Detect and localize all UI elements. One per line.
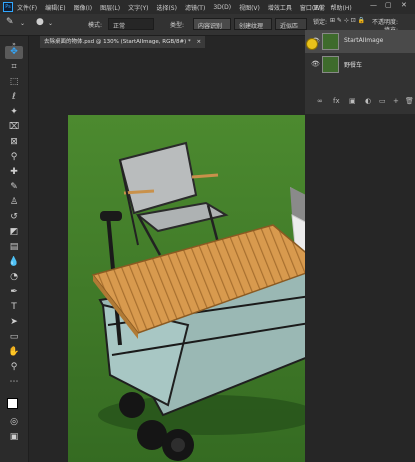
document-tab[interactable]: 去除桌面的物体.psd @ 130% (StartAIImage, RGB/8#… — [40, 36, 206, 48]
menu-3d[interactable]: 3D(D) — [213, 4, 231, 11]
chevron-down-icon[interactable]: ⌄ — [20, 20, 25, 27]
menu-edit[interactable]: 编辑(E) — [45, 3, 65, 12]
close-window-icon[interactable]: ✕ — [401, 1, 407, 9]
frame-tool-icon[interactable]: ⊠ — [5, 136, 23, 149]
menu-plugins[interactable]: 增效工具 — [268, 3, 292, 12]
proximity-match-button[interactable]: 近似匹配 — [275, 18, 307, 30]
type-tool-icon[interactable]: T — [5, 301, 23, 314]
layer-name: 野餐车 — [344, 62, 363, 69]
menu-layer[interactable]: 图层(L) — [100, 3, 120, 12]
type-label: 类型: — [170, 22, 185, 29]
marquee-tool-icon[interactable]: ⬚ — [5, 76, 23, 89]
layer-name: StartAIImage — [344, 37, 384, 44]
new-layer-icon[interactable]: + — [393, 97, 399, 105]
document-tab-label: 去除桌面的物体.psd @ 130% (StartAIImage, RGB/8#… — [44, 39, 191, 45]
minimize-icon[interactable]: — — [370, 1, 377, 9]
content-aware-button[interactable]: 内容识别 — [193, 18, 231, 30]
layer-thumbnail — [322, 33, 339, 50]
crop-tool-icon[interactable]: ⌧ — [5, 121, 23, 134]
layer-row-picnic-cart[interactable]: 👁 野餐车 — [305, 53, 415, 76]
create-texture-button[interactable]: 创建纹理 — [234, 18, 272, 30]
tools-panel: » ✥ ⌗ ⬚ ℓ ✦ ⌧ ⊠ ⚲ ✚ ✎ ♙ ↺ ◩ ▤ 💧 ◔ ✒ T ➤ … — [0, 36, 29, 462]
move-tool-icon[interactable]: ✥ — [5, 46, 23, 59]
maximize-icon[interactable]: ▢ — [385, 1, 392, 9]
history-brush-tool-icon[interactable]: ↺ — [5, 211, 23, 224]
fx-icon[interactable]: fx — [333, 97, 340, 105]
screen-mode-icon[interactable]: ▣ — [5, 431, 23, 444]
menu-view[interactable]: 视图(V) — [239, 3, 260, 12]
menubar: Ps 文件(F) 编辑(E) 图像(I) 图层(L) 文字(Y) 选择(S) 滤… — [0, 0, 415, 14]
healing-brush-tool-icon[interactable]: ✚ — [5, 166, 23, 179]
add-mask-icon[interactable]: ▣ — [349, 97, 356, 105]
menu-image[interactable]: 图像(I) — [74, 3, 92, 12]
blur-tool-icon[interactable]: 💧 — [5, 256, 23, 269]
brush-options-chevron-icon[interactable]: ⌄ — [48, 20, 53, 27]
menu-help[interactable]: 帮助(H) — [331, 3, 352, 12]
zoom-tool-icon[interactable]: ⚲ — [5, 361, 23, 374]
right-panel-empty — [305, 114, 415, 462]
path-selection-tool-icon[interactable]: ➤ — [5, 316, 23, 329]
menu-type[interactable]: 文字(Y) — [128, 3, 148, 12]
delete-layer-icon[interactable]: 🗑 — [405, 97, 414, 105]
menu-select[interactable]: 选择(S) — [156, 3, 177, 12]
mode-select[interactable]: 正常 — [108, 18, 154, 30]
link-layers-icon[interactable]: ∞ — [317, 97, 323, 105]
visibility-eye-icon[interactable]: 👁 — [311, 60, 320, 68]
quick-mask-icon[interactable]: ◎ — [5, 416, 23, 429]
eyedropper-tool-icon[interactable]: ⚲ — [5, 151, 23, 164]
artboard-tool-icon[interactable]: ⌗ — [5, 61, 23, 74]
blend-mode-value[interactable]: 正常 — [313, 3, 325, 12]
brush-size-icon[interactable]: ● — [36, 17, 44, 27]
rectangle-tool-icon[interactable]: ▭ — [5, 331, 23, 344]
eraser-tool-icon[interactable]: ◩ — [5, 226, 23, 239]
lasso-tool-icon[interactable]: ℓ — [5, 91, 23, 104]
layers-panel: 👁 StartAIImage 👁 野餐车 ∞ fx ▣ ◐ ▭ + 🗑 — [305, 30, 415, 114]
cursor-highlight — [306, 38, 318, 50]
lock-label: 锁定: — [313, 19, 328, 26]
canvas-image[interactable] — [68, 115, 309, 462]
menu-filter[interactable]: 滤镜(T) — [185, 3, 205, 12]
more-tools-icon[interactable]: ⋯ — [5, 376, 23, 389]
hand-tool-icon[interactable]: ✋ — [5, 346, 23, 359]
pen-tool-icon[interactable]: ✒ — [5, 286, 23, 299]
lock-icons[interactable]: ⊞ ✎ ⊹ ⊡ 🔒 — [330, 17, 365, 24]
clone-stamp-tool-icon[interactable]: ♙ — [5, 196, 23, 209]
photoshop-logo-icon: Ps — [3, 2, 13, 12]
dodge-tool-icon[interactable]: ◔ — [5, 271, 23, 284]
gradient-tool-icon[interactable]: ▤ — [5, 241, 23, 254]
brush-tool-icon[interactable]: ✎ — [5, 181, 23, 194]
mode-label: 模式: — [88, 22, 103, 29]
foreground-color-swatch[interactable] — [7, 398, 18, 409]
magic-wand-tool-icon[interactable]: ✦ — [5, 106, 23, 119]
menu-file[interactable]: 文件(F) — [17, 3, 37, 12]
adjustment-layer-icon[interactable]: ◐ — [365, 97, 371, 105]
layer-thumbnail — [322, 56, 339, 73]
layer-row-startaiimage[interactable]: 👁 StartAIImage — [305, 30, 415, 53]
close-tab-icon[interactable]: × — [196, 39, 201, 45]
spot-healing-icon[interactable]: ✎ — [6, 17, 14, 27]
new-group-icon[interactable]: ▭ — [379, 97, 386, 105]
layers-buttons: ∞ fx ▣ ◐ ▭ + 🗑 — [305, 93, 415, 111]
